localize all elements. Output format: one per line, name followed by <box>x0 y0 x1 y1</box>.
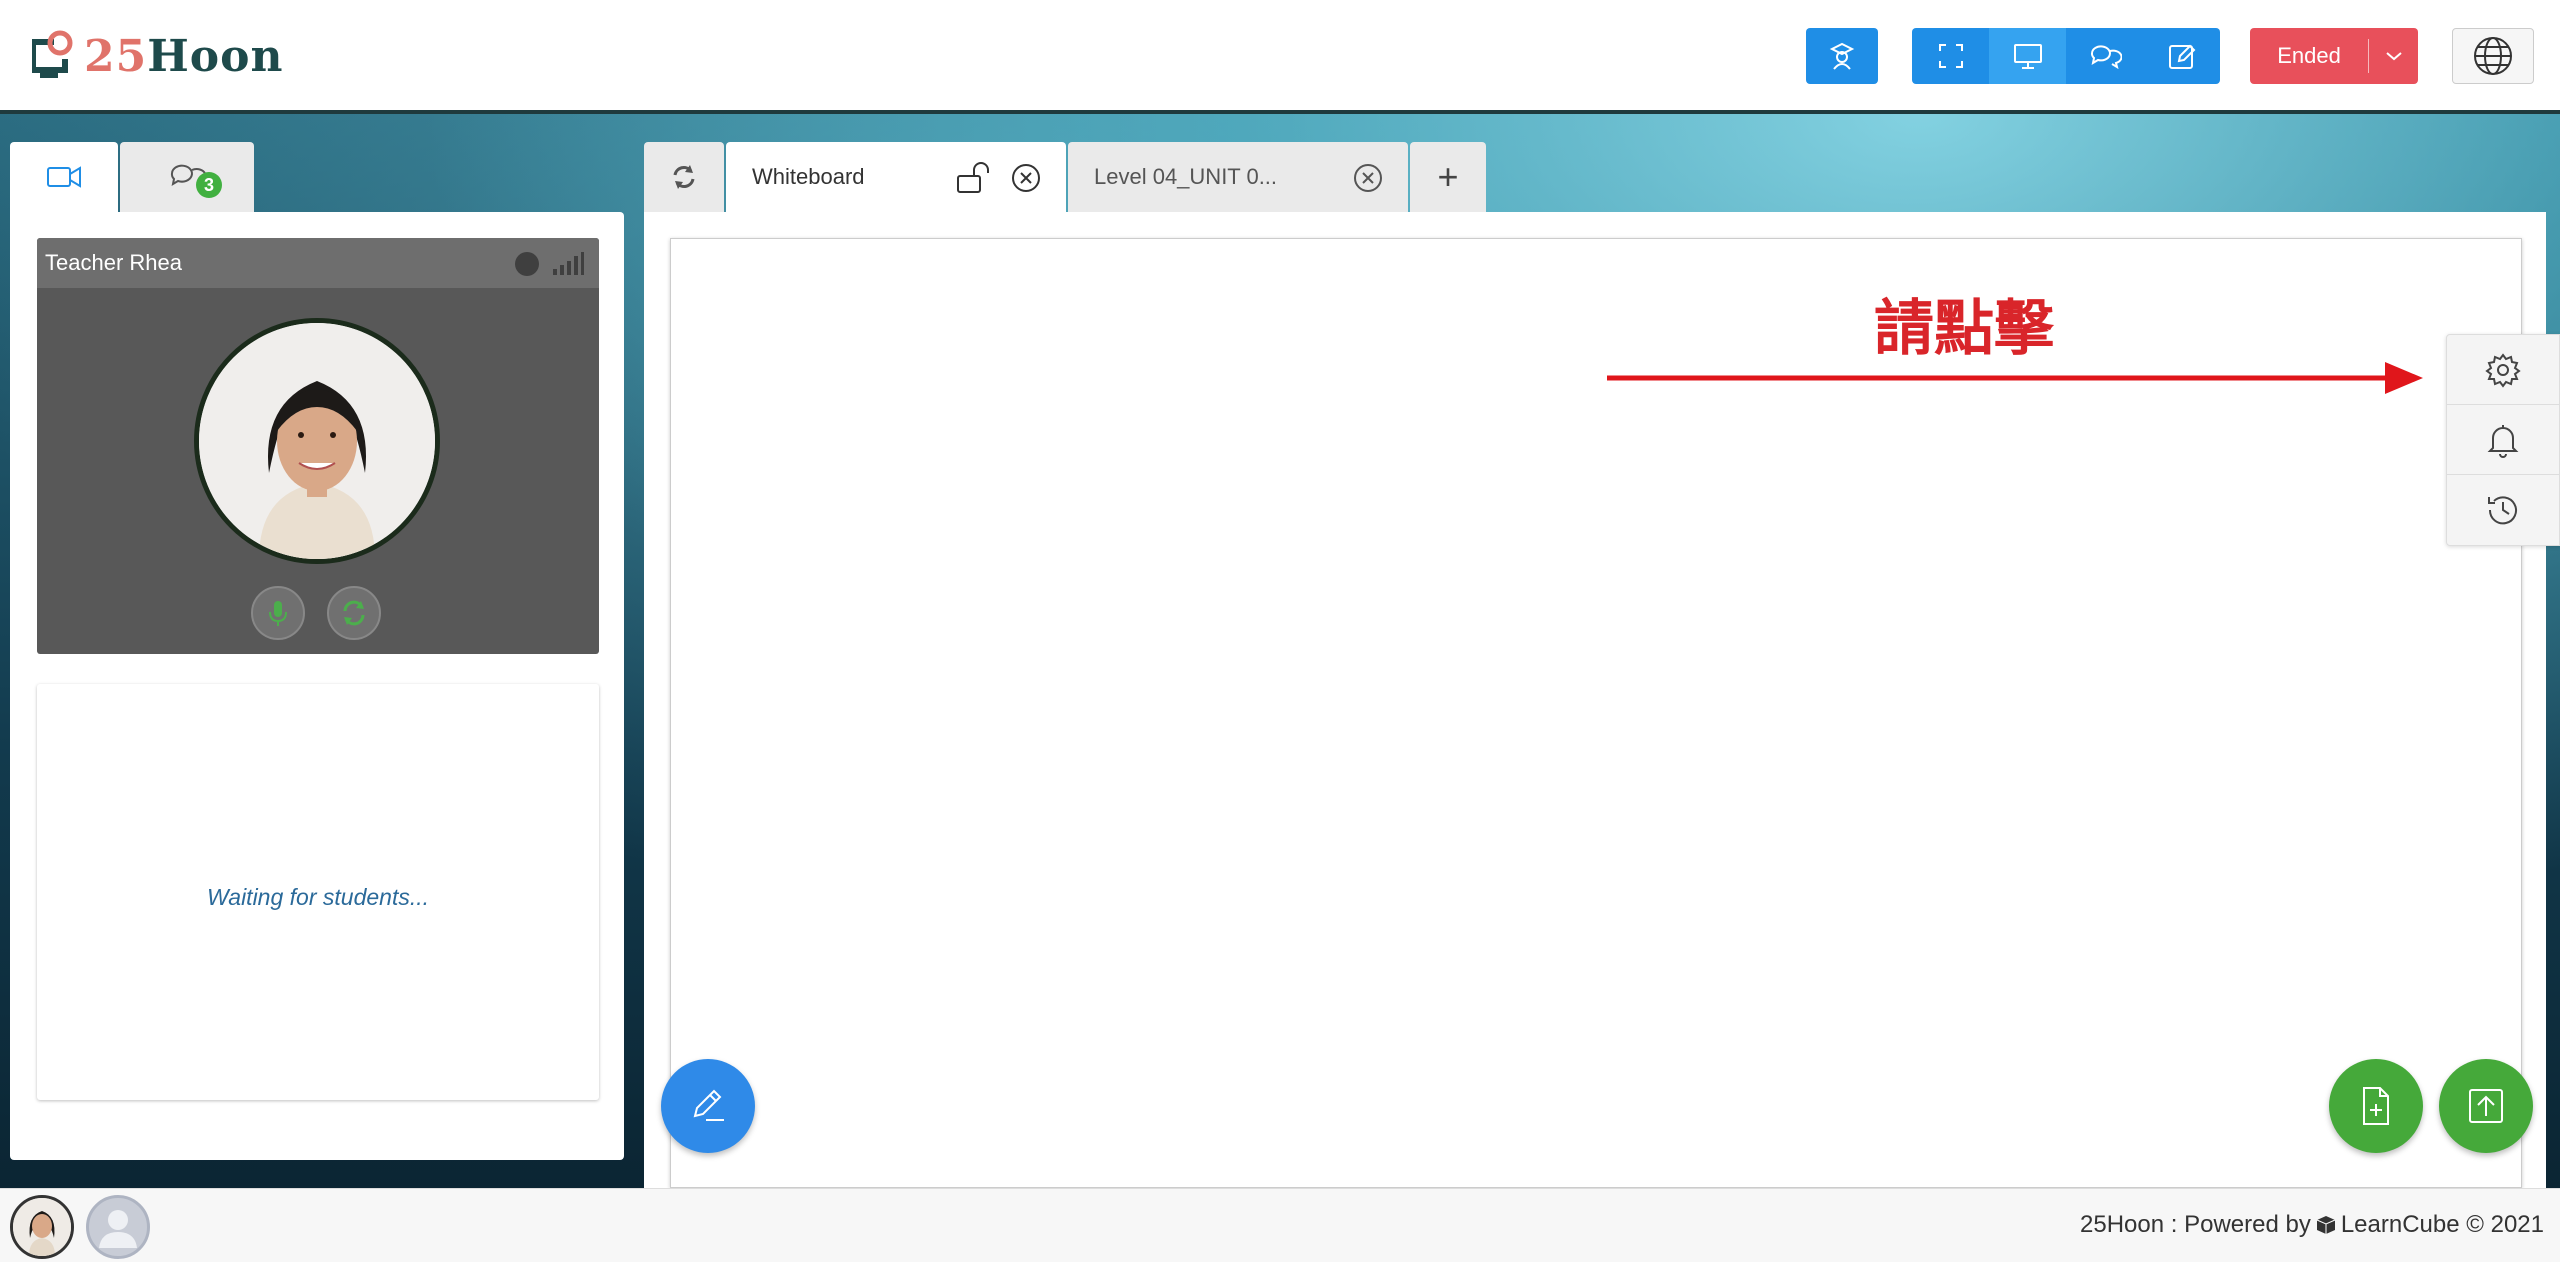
history-icon <box>2488 496 2517 525</box>
new-document-button[interactable] <box>2329 1059 2423 1153</box>
unread-badge: 3 <box>196 172 222 198</box>
chat-view-button[interactable] <box>2066 28 2143 84</box>
microphone-button[interactable] <box>251 586 305 640</box>
footer-brand: LearnCube © 2021 <box>2340 1211 2544 1238</box>
add-tab-button[interactable]: + <box>1410 142 1486 212</box>
sync-icon <box>673 165 695 189</box>
class-status-label: Ended <box>2277 43 2341 68</box>
file-plus-icon <box>2363 1087 2389 1125</box>
teacher-name: Teacher Rhea <box>45 250 182 275</box>
whiteboard-panel <box>644 212 2546 1188</box>
side-toolbar <box>2446 334 2560 546</box>
edit-icon <box>2168 44 2195 69</box>
footer-powered-by: 25Hoon : Powered by <box>2080 1211 2311 1238</box>
graduation-icon <box>1829 42 1855 70</box>
tab-video[interactable] <box>10 142 118 212</box>
bell-icon <box>2487 424 2519 458</box>
globe-icon <box>2474 37 2512 75</box>
teacher-video-card: Teacher Rhea <box>37 238 599 654</box>
language-button[interactable] <box>2452 28 2534 84</box>
microphone-icon <box>269 601 287 626</box>
teacher-avatar <box>194 318 440 564</box>
tab-chat[interactable]: 3 <box>120 142 254 212</box>
video-card-header: Teacher Rhea <box>37 238 599 288</box>
user-icon <box>99 1210 137 1248</box>
settings-button[interactable] <box>2447 335 2559 405</box>
pencil-icon <box>693 1089 724 1121</box>
history-button[interactable] <box>2447 475 2559 545</box>
student-placeholder-avatar[interactable] <box>86 1195 150 1259</box>
app-logo[interactable]: 25Hoon <box>22 26 284 86</box>
footer-bar: 25Hoon : Powered by LearnCube © 2021 <box>0 1188 2560 1262</box>
cube-icon <box>2316 1216 2336 1234</box>
participants-panel: Teacher Rhea Waiting for students... <box>10 212 624 1160</box>
refresh-icon <box>343 600 365 626</box>
tab-lesson-document[interactable]: Level 04_UNIT 0... <box>1068 142 1408 212</box>
plus-icon: + <box>1437 156 1459 197</box>
footer-credits: 25Hoon : Powered by LearnCube © 2021 <box>2080 1211 2544 1239</box>
refresh-tabs-button[interactable] <box>644 142 724 212</box>
gear-icon <box>2485 352 2521 388</box>
upload-button[interactable] <box>2439 1059 2533 1153</box>
draw-tool-button[interactable] <box>661 1059 755 1153</box>
waiting-message: Waiting for students... <box>206 883 429 910</box>
tab-label: Level 04_UNIT 0... <box>1094 164 1278 189</box>
tab-whiteboard[interactable]: Whiteboard <box>726 142 1066 212</box>
logo-word: Hoon <box>147 30 284 82</box>
view-mode-group <box>1912 28 2220 84</box>
notifications-button[interactable] <box>2447 405 2559 475</box>
document-tabs: Whiteboard Level 04_UNIT 0... + <box>644 142 1486 212</box>
fullscreen-button[interactable] <box>1912 28 1989 84</box>
fullscreen-icon <box>1938 44 1963 68</box>
chevron-down-icon[interactable] <box>2369 50 2418 62</box>
upload-icon <box>2469 1089 2503 1123</box>
close-tab-icon[interactable] <box>1352 162 1384 194</box>
refresh-video-button[interactable] <box>327 586 381 640</box>
left-panel-tabs: 3 <box>10 142 254 212</box>
screen-share-button[interactable] <box>1989 28 2066 84</box>
chat-icon <box>2090 45 2122 70</box>
class-status-dropdown[interactable]: Ended <box>2250 28 2418 84</box>
click-here-annotation: 請點擊 <box>1874 294 2054 364</box>
top-header: 25Hoon Ended <box>0 0 2560 114</box>
pointer-arrow-icon <box>1607 362 2423 394</box>
signal-strength-icon <box>553 252 584 275</box>
unlock-icon[interactable] <box>956 162 996 194</box>
logo-mark-icon <box>22 29 76 83</box>
video-camera-icon <box>47 166 81 188</box>
teacher-thumbnail-avatar[interactable] <box>10 1195 74 1259</box>
teacher-mode-button[interactable] <box>1806 28 1878 84</box>
logo-number: 25 <box>84 30 148 82</box>
recording-indicator-icon <box>515 252 539 276</box>
edit-view-button[interactable] <box>2143 28 2220 84</box>
students-area: Waiting for students... <box>37 684 599 1100</box>
logo-text: 25Hoon <box>84 31 284 82</box>
tab-label: Whiteboard <box>752 164 865 189</box>
close-tab-icon[interactable] <box>1010 162 1042 194</box>
monitor-icon <box>2013 44 2042 69</box>
